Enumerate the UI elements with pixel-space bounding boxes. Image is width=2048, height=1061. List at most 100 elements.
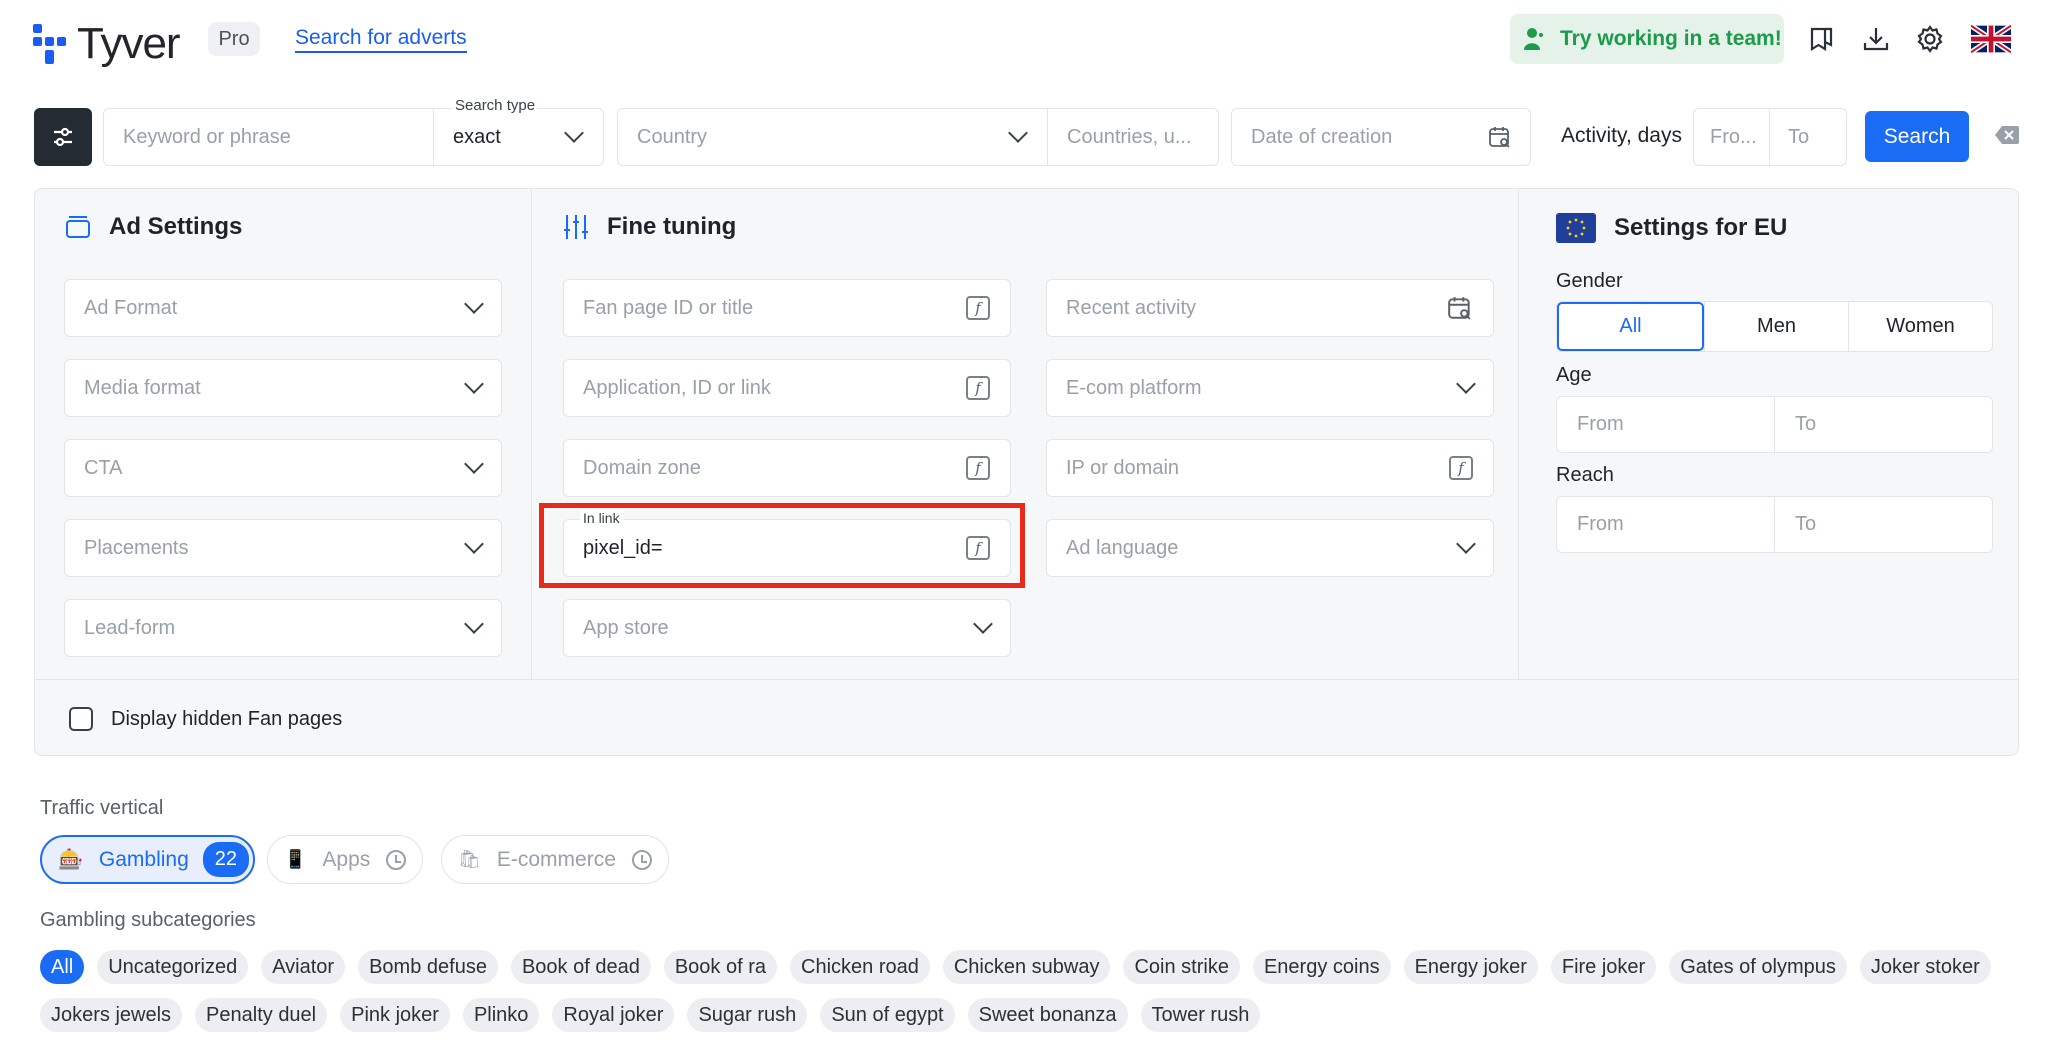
age-label: Age — [1556, 364, 1592, 386]
countries-input[interactable]: Countries, u... — [1047, 108, 1219, 166]
vertical-ecommerce-chip[interactable]: 🛍 E-commerce — [441, 835, 669, 884]
media-format-select[interactable]: Media format — [64, 359, 502, 417]
ad-settings-title: Ad Settings — [65, 213, 242, 241]
recent-activity-input[interactable]: Recent activity — [1046, 279, 1494, 337]
function-icon[interactable]: f — [1449, 456, 1473, 480]
phone-icon: 📱 — [284, 849, 307, 869]
reach-to-input[interactable]: To — [1774, 497, 1992, 552]
subcategory-tag[interactable]: Tower rush — [1140, 998, 1261, 1032]
traffic-vertical-label: Traffic vertical — [40, 797, 164, 819]
subcategory-tag[interactable]: Uncategorized — [97, 950, 249, 984]
subcategory-tag[interactable]: Penalty duel — [195, 998, 328, 1032]
fan-page-input[interactable]: Fan page ID or title f — [563, 279, 1011, 337]
logo-icon — [33, 24, 69, 64]
function-icon[interactable]: f — [966, 376, 990, 400]
subcategory-tag[interactable]: Royal joker — [552, 998, 675, 1032]
subcategory-tag[interactable]: Energy joker — [1403, 950, 1538, 984]
sliders-icon — [54, 127, 72, 147]
subcategory-tag[interactable]: Gates of olympus — [1669, 950, 1847, 984]
domain-zone-input[interactable]: Domain zone f — [563, 439, 1011, 497]
reach-from-input[interactable]: From — [1557, 497, 1774, 552]
chevron-down-icon — [1456, 534, 1476, 554]
activity-days-label: Activity, days — [1561, 124, 1682, 147]
download-icon[interactable] — [1859, 22, 1893, 56]
cta-select[interactable]: CTA — [64, 439, 502, 497]
gender-women-option[interactable]: Women — [1848, 302, 1992, 351]
try-team-label: Try working in a team! — [1560, 27, 1782, 50]
lead-form-select[interactable]: Lead-form — [64, 599, 502, 657]
bookmarks-icon[interactable] — [1805, 22, 1839, 56]
gender-all-option[interactable]: All — [1557, 302, 1704, 351]
subcategory-tag[interactable]: Sweet bonanza — [967, 998, 1128, 1032]
clear-icon[interactable] — [1995, 126, 2019, 144]
subcategory-tag[interactable]: Sugar rush — [687, 998, 808, 1032]
equalizer-icon — [564, 215, 588, 239]
shopping-bag-icon: 🛍 — [458, 849, 481, 869]
subcategory-tag[interactable]: Book of dead — [510, 950, 651, 984]
subcategory-tag[interactable]: All — [40, 950, 85, 984]
clock-icon — [631, 849, 652, 870]
subcategory-tag[interactable]: Pink joker — [340, 998, 450, 1032]
gambling-count-badge: 22 — [202, 842, 250, 877]
settings-icon[interactable] — [1913, 22, 1947, 56]
gender-segmented-control: All Men Women — [1556, 301, 1993, 352]
eu-flag-icon — [1556, 213, 1596, 243]
subcategory-tag[interactable]: Fire joker — [1550, 950, 1657, 984]
tyver-logo[interactable]: Tyver — [33, 19, 181, 69]
divider — [531, 189, 532, 679]
chevron-down-icon — [464, 454, 484, 474]
uk-flag-icon[interactable] — [1970, 22, 2012, 56]
vertical-apps-chip[interactable]: 📱 Apps — [267, 835, 424, 884]
application-input[interactable]: Application, ID or link f — [563, 359, 1011, 417]
subcategory-tag[interactable]: Joker stoker — [1859, 950, 1991, 984]
function-icon[interactable]: f — [966, 296, 990, 320]
ad-format-select[interactable]: Ad Format — [64, 279, 502, 337]
search-button[interactable]: Search — [1865, 111, 1969, 162]
fine-tuning-title: Fine tuning — [563, 213, 736, 241]
chevron-down-icon — [464, 294, 484, 314]
ad-language-select[interactable]: Ad language — [1046, 519, 1494, 577]
search-type-select[interactable]: exact — [433, 108, 604, 166]
calendar-search-icon — [1489, 127, 1510, 148]
subcategory-tag[interactable]: Sun of egypt — [820, 998, 955, 1032]
chevron-down-icon — [1008, 123, 1028, 143]
ip-or-domain-input[interactable]: IP or domain f — [1046, 439, 1494, 497]
divider — [1518, 189, 1519, 679]
eu-settings-title: Settings for EU — [1556, 213, 1787, 243]
reach-label: Reach — [1556, 464, 1614, 486]
subcategory-tag[interactable]: Book of ra — [663, 950, 777, 984]
ecom-platform-select[interactable]: E-com platform — [1046, 359, 1494, 417]
search-type-value: exact — [453, 125, 501, 148]
placements-select[interactable]: Placements — [64, 519, 502, 577]
vertical-gambling-chip[interactable]: 🎰 Gambling 22 — [40, 835, 256, 884]
app-store-select[interactable]: App store — [563, 599, 1011, 657]
hidden-fan-pages-checkbox[interactable] — [69, 707, 93, 731]
hidden-fan-pages-label: Display hidden Fan pages — [111, 708, 343, 730]
filters-toggle-button[interactable] — [34, 108, 92, 166]
subcategory-tag[interactable]: Chicken road — [790, 950, 930, 984]
age-from-input[interactable]: From — [1557, 397, 1774, 452]
gender-men-option[interactable]: Men — [1704, 302, 1848, 351]
subcategory-tag[interactable]: Coin strike — [1123, 950, 1240, 984]
function-icon[interactable]: f — [966, 456, 990, 480]
date-of-creation-input[interactable]: Date of creation — [1231, 108, 1531, 166]
calendar-search-icon — [1448, 297, 1471, 320]
keyword-input[interactable]: Keyword or phrase — [103, 108, 434, 166]
chevron-down-icon — [464, 614, 484, 634]
chevron-down-icon — [1456, 374, 1476, 394]
country-select[interactable]: Country — [617, 108, 1048, 166]
logo-text: Tyver — [77, 19, 181, 68]
search-type-label: Search type — [453, 97, 538, 114]
subcategory-tag[interactable]: Plinko — [462, 998, 540, 1032]
subcategory-tag[interactable]: Aviator — [261, 950, 346, 984]
subcategory-tag[interactable]: Jokers jewels — [40, 998, 183, 1032]
search-for-adverts-link[interactable]: Search for adverts — [295, 25, 467, 53]
age-to-input[interactable]: To — [1774, 397, 1992, 452]
activity-from-input[interactable]: Fro... — [1693, 108, 1770, 166]
subcategory-tag[interactable]: Bomb defuse — [358, 950, 498, 984]
gambling-subcategories-label: Gambling subcategories — [40, 909, 256, 931]
subcategory-tag[interactable]: Energy coins — [1252, 950, 1391, 984]
activity-to-input[interactable]: To — [1769, 108, 1847, 166]
try-team-button[interactable]: Try working in a team! — [1510, 14, 1784, 64]
subcategory-tag[interactable]: Chicken subway — [942, 950, 1111, 984]
